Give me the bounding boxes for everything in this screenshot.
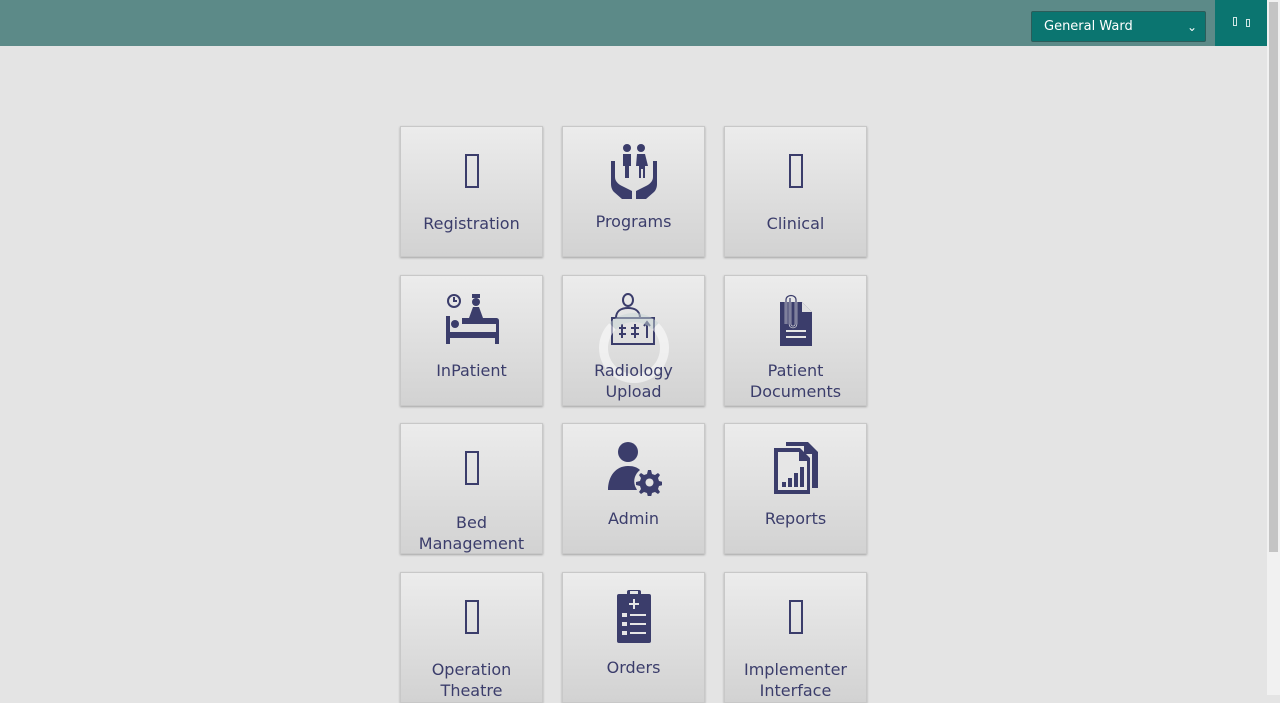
location-select-value: General Ward: [1044, 19, 1133, 34]
tile-bed-management[interactable]: Bed Management: [400, 423, 543, 554]
user-gear-icon: [563, 440, 704, 496]
location-select[interactable]: General Ward ⌄: [1031, 11, 1206, 42]
tile-operation-theatre[interactable]: Operation Theatre: [400, 572, 543, 703]
tile-label: Orders: [606, 658, 661, 677]
stethoscope-icon: [725, 143, 866, 199]
tile-radiology-upload[interactable]: Radiology Upload: [562, 275, 705, 406]
document-clip-icon: [725, 292, 866, 348]
report-chart-icon: [725, 440, 866, 496]
user-plus-icon: [401, 143, 542, 199]
tile-label: Registration: [423, 214, 520, 233]
tile-label: Bed Management: [418, 513, 525, 553]
tile-admin[interactable]: Admin: [562, 423, 705, 554]
top-header-bar: General Ward ⌄: [0, 0, 1267, 46]
user-menu[interactable]: [1215, 0, 1267, 46]
caret-down-icon: [1246, 19, 1250, 27]
tile-label: Admin: [608, 509, 659, 528]
tile-label: Radiology Upload: [594, 361, 673, 401]
tile-clinical[interactable]: Clinical: [724, 126, 867, 257]
tile-registration[interactable]: Registration: [400, 126, 543, 257]
tile-label: Patient Documents: [749, 361, 842, 401]
page-scrollbar[interactable]: [1267, 0, 1280, 695]
family-hands-icon: [563, 143, 704, 199]
tile-label: InPatient: [436, 361, 507, 380]
chevron-down-icon: ⌄: [1186, 19, 1197, 34]
tile-reports[interactable]: Reports: [724, 423, 867, 554]
bed-icon: [401, 440, 542, 496]
tile-orders[interactable]: Orders: [562, 572, 705, 703]
implementer-icon: [725, 589, 866, 645]
tile-patient-documents[interactable]: Patient Documents: [724, 275, 867, 406]
inpatient-bed-icon: [401, 292, 542, 348]
tile-label: Programs: [595, 212, 672, 231]
tile-programs[interactable]: Programs: [562, 126, 705, 257]
tile-label: Clinical: [766, 214, 825, 233]
tile-implementer-interface[interactable]: Implementer Interface: [724, 572, 867, 703]
tile-label: Reports: [764, 509, 827, 528]
scrollbar-thumb[interactable]: [1269, 2, 1278, 552]
clipboard-list-icon: [563, 589, 704, 645]
tile-inpatient[interactable]: InPatient: [400, 275, 543, 406]
user-icon: [1233, 17, 1237, 26]
operation-theatre-icon: [401, 589, 542, 645]
